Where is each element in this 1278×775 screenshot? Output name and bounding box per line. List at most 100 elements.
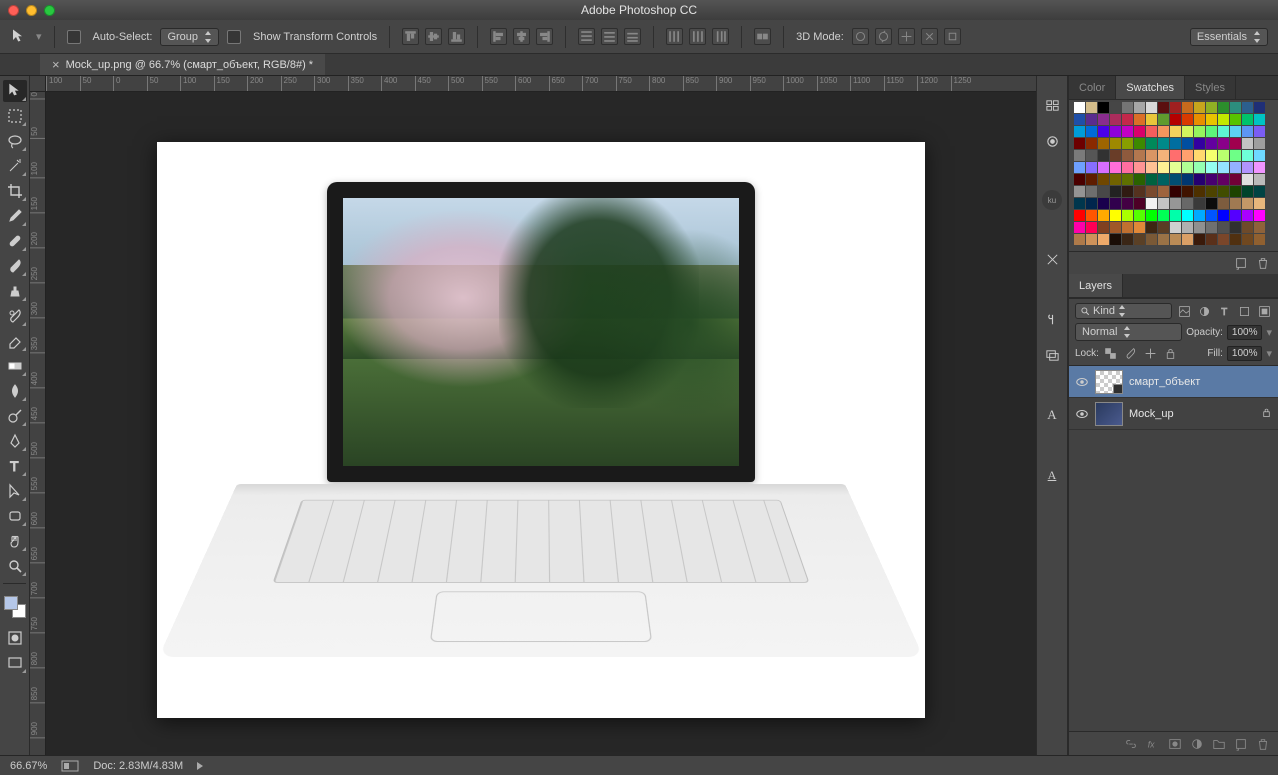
swatch[interactable] bbox=[1074, 234, 1085, 245]
swatch[interactable] bbox=[1170, 162, 1181, 173]
swatch[interactable] bbox=[1086, 234, 1097, 245]
layer-name-label[interactable]: смарт_объект bbox=[1129, 376, 1272, 388]
spot-healing-tool[interactable] bbox=[3, 230, 27, 252]
swatch[interactable] bbox=[1158, 138, 1169, 149]
swatch[interactable] bbox=[1194, 174, 1205, 185]
filter-pixel-icon[interactable] bbox=[1176, 303, 1192, 319]
swatch[interactable] bbox=[1158, 210, 1169, 221]
swatch[interactable] bbox=[1134, 186, 1145, 197]
swatch[interactable] bbox=[1218, 162, 1229, 173]
swatch[interactable] bbox=[1074, 126, 1085, 137]
swatch[interactable] bbox=[1146, 198, 1157, 209]
history-brush-tool[interactable] bbox=[3, 305, 27, 327]
path-selection-tool[interactable] bbox=[3, 480, 27, 502]
character-panel-icon[interactable]: A bbox=[1041, 404, 1063, 426]
artboard[interactable] bbox=[157, 142, 925, 718]
swatch[interactable] bbox=[1194, 138, 1205, 149]
swatch[interactable] bbox=[1134, 174, 1145, 185]
layer-style-icon[interactable]: fx bbox=[1146, 737, 1160, 751]
swatch[interactable] bbox=[1230, 126, 1241, 137]
swatch[interactable] bbox=[1158, 198, 1169, 209]
dodge-tool[interactable] bbox=[3, 405, 27, 427]
align-left-edges-icon[interactable] bbox=[490, 28, 507, 45]
pen-tool[interactable] bbox=[3, 430, 27, 452]
swatch[interactable] bbox=[1158, 174, 1169, 185]
layer-row[interactable]: смарт_объект bbox=[1069, 366, 1278, 398]
swatch[interactable] bbox=[1086, 138, 1097, 149]
link-layers-icon[interactable] bbox=[1124, 737, 1138, 751]
swatch[interactable] bbox=[1098, 174, 1109, 185]
swatch[interactable] bbox=[1182, 162, 1193, 173]
swatch[interactable] bbox=[1194, 102, 1205, 113]
layer-list[interactable]: смарт_объект Mock_up bbox=[1069, 366, 1278, 731]
swatch[interactable] bbox=[1242, 234, 1253, 245]
opacity-value[interactable]: 100% bbox=[1227, 325, 1263, 340]
swatch[interactable] bbox=[1074, 114, 1085, 125]
swatch[interactable] bbox=[1110, 126, 1121, 137]
swatch[interactable] bbox=[1218, 186, 1229, 197]
swatch[interactable] bbox=[1182, 222, 1193, 233]
vertical-ruler[interactable]: 0501001502002503003504004505005506006507… bbox=[30, 92, 46, 755]
swatch[interactable] bbox=[1218, 114, 1229, 125]
swatch[interactable] bbox=[1134, 114, 1145, 125]
align-vertical-centers-icon[interactable] bbox=[425, 28, 442, 45]
layers-panel-icon-2[interactable] bbox=[1041, 344, 1063, 366]
swatch[interactable] bbox=[1230, 162, 1241, 173]
type-styles-panel-icon[interactable]: A bbox=[1041, 464, 1063, 486]
swatch[interactable] bbox=[1146, 162, 1157, 173]
layers-tab[interactable]: Layers bbox=[1069, 274, 1123, 297]
show-transform-checkbox[interactable] bbox=[227, 30, 241, 44]
minimize-window-button[interactable] bbox=[26, 5, 37, 16]
new-layer-icon[interactable] bbox=[1234, 737, 1248, 751]
align-right-edges-icon[interactable] bbox=[536, 28, 553, 45]
swatch[interactable] bbox=[1170, 114, 1181, 125]
lock-position-icon[interactable] bbox=[1143, 345, 1159, 361]
align-bottom-edges-icon[interactable] bbox=[448, 28, 465, 45]
swatch[interactable] bbox=[1158, 234, 1169, 245]
lock-pixels-icon[interactable] bbox=[1123, 345, 1139, 361]
swatch[interactable] bbox=[1230, 210, 1241, 221]
fill-value[interactable]: 100% bbox=[1227, 346, 1263, 361]
swatch[interactable] bbox=[1098, 198, 1109, 209]
swatch[interactable] bbox=[1182, 210, 1193, 221]
visibility-toggle-icon[interactable] bbox=[1075, 407, 1089, 421]
swatch[interactable] bbox=[1086, 102, 1097, 113]
swatch[interactable] bbox=[1110, 186, 1121, 197]
magic-wand-tool[interactable] bbox=[3, 155, 27, 177]
swatch[interactable] bbox=[1230, 186, 1241, 197]
delete-layer-icon[interactable] bbox=[1256, 737, 1270, 751]
swatch[interactable] bbox=[1254, 150, 1265, 161]
3d-scale-icon[interactable] bbox=[944, 28, 961, 45]
swatch[interactable] bbox=[1170, 150, 1181, 161]
swatch[interactable] bbox=[1170, 198, 1181, 209]
align-top-edges-icon[interactable] bbox=[402, 28, 419, 45]
3d-slide-icon[interactable] bbox=[921, 28, 938, 45]
swatch[interactable] bbox=[1242, 186, 1253, 197]
align-horizontal-centers-icon[interactable] bbox=[513, 28, 530, 45]
swatch[interactable] bbox=[1098, 210, 1109, 221]
swatch[interactable] bbox=[1146, 186, 1157, 197]
swatch[interactable] bbox=[1158, 186, 1169, 197]
swatch[interactable] bbox=[1254, 234, 1265, 245]
history-panel-icon[interactable] bbox=[1041, 94, 1063, 116]
swatch[interactable] bbox=[1194, 186, 1205, 197]
swatch[interactable] bbox=[1230, 198, 1241, 209]
swatch[interactable] bbox=[1074, 210, 1085, 221]
layer-mask-icon[interactable] bbox=[1168, 737, 1182, 751]
swatch[interactable] bbox=[1122, 186, 1133, 197]
swatches-tab[interactable]: Swatches bbox=[1116, 76, 1185, 99]
swatch[interactable] bbox=[1218, 126, 1229, 137]
swatch[interactable] bbox=[1206, 162, 1217, 173]
swatch[interactable] bbox=[1206, 150, 1217, 161]
swatch[interactable] bbox=[1134, 102, 1145, 113]
swatch[interactable] bbox=[1146, 114, 1157, 125]
swatch[interactable] bbox=[1206, 198, 1217, 209]
swatch[interactable] bbox=[1110, 174, 1121, 185]
swatch[interactable] bbox=[1086, 162, 1097, 173]
swatch[interactable] bbox=[1194, 234, 1205, 245]
hand-tool[interactable] bbox=[3, 530, 27, 552]
swatch[interactable] bbox=[1146, 150, 1157, 161]
new-group-icon[interactable] bbox=[1212, 737, 1226, 751]
swatch[interactable] bbox=[1098, 222, 1109, 233]
swatch[interactable] bbox=[1110, 102, 1121, 113]
